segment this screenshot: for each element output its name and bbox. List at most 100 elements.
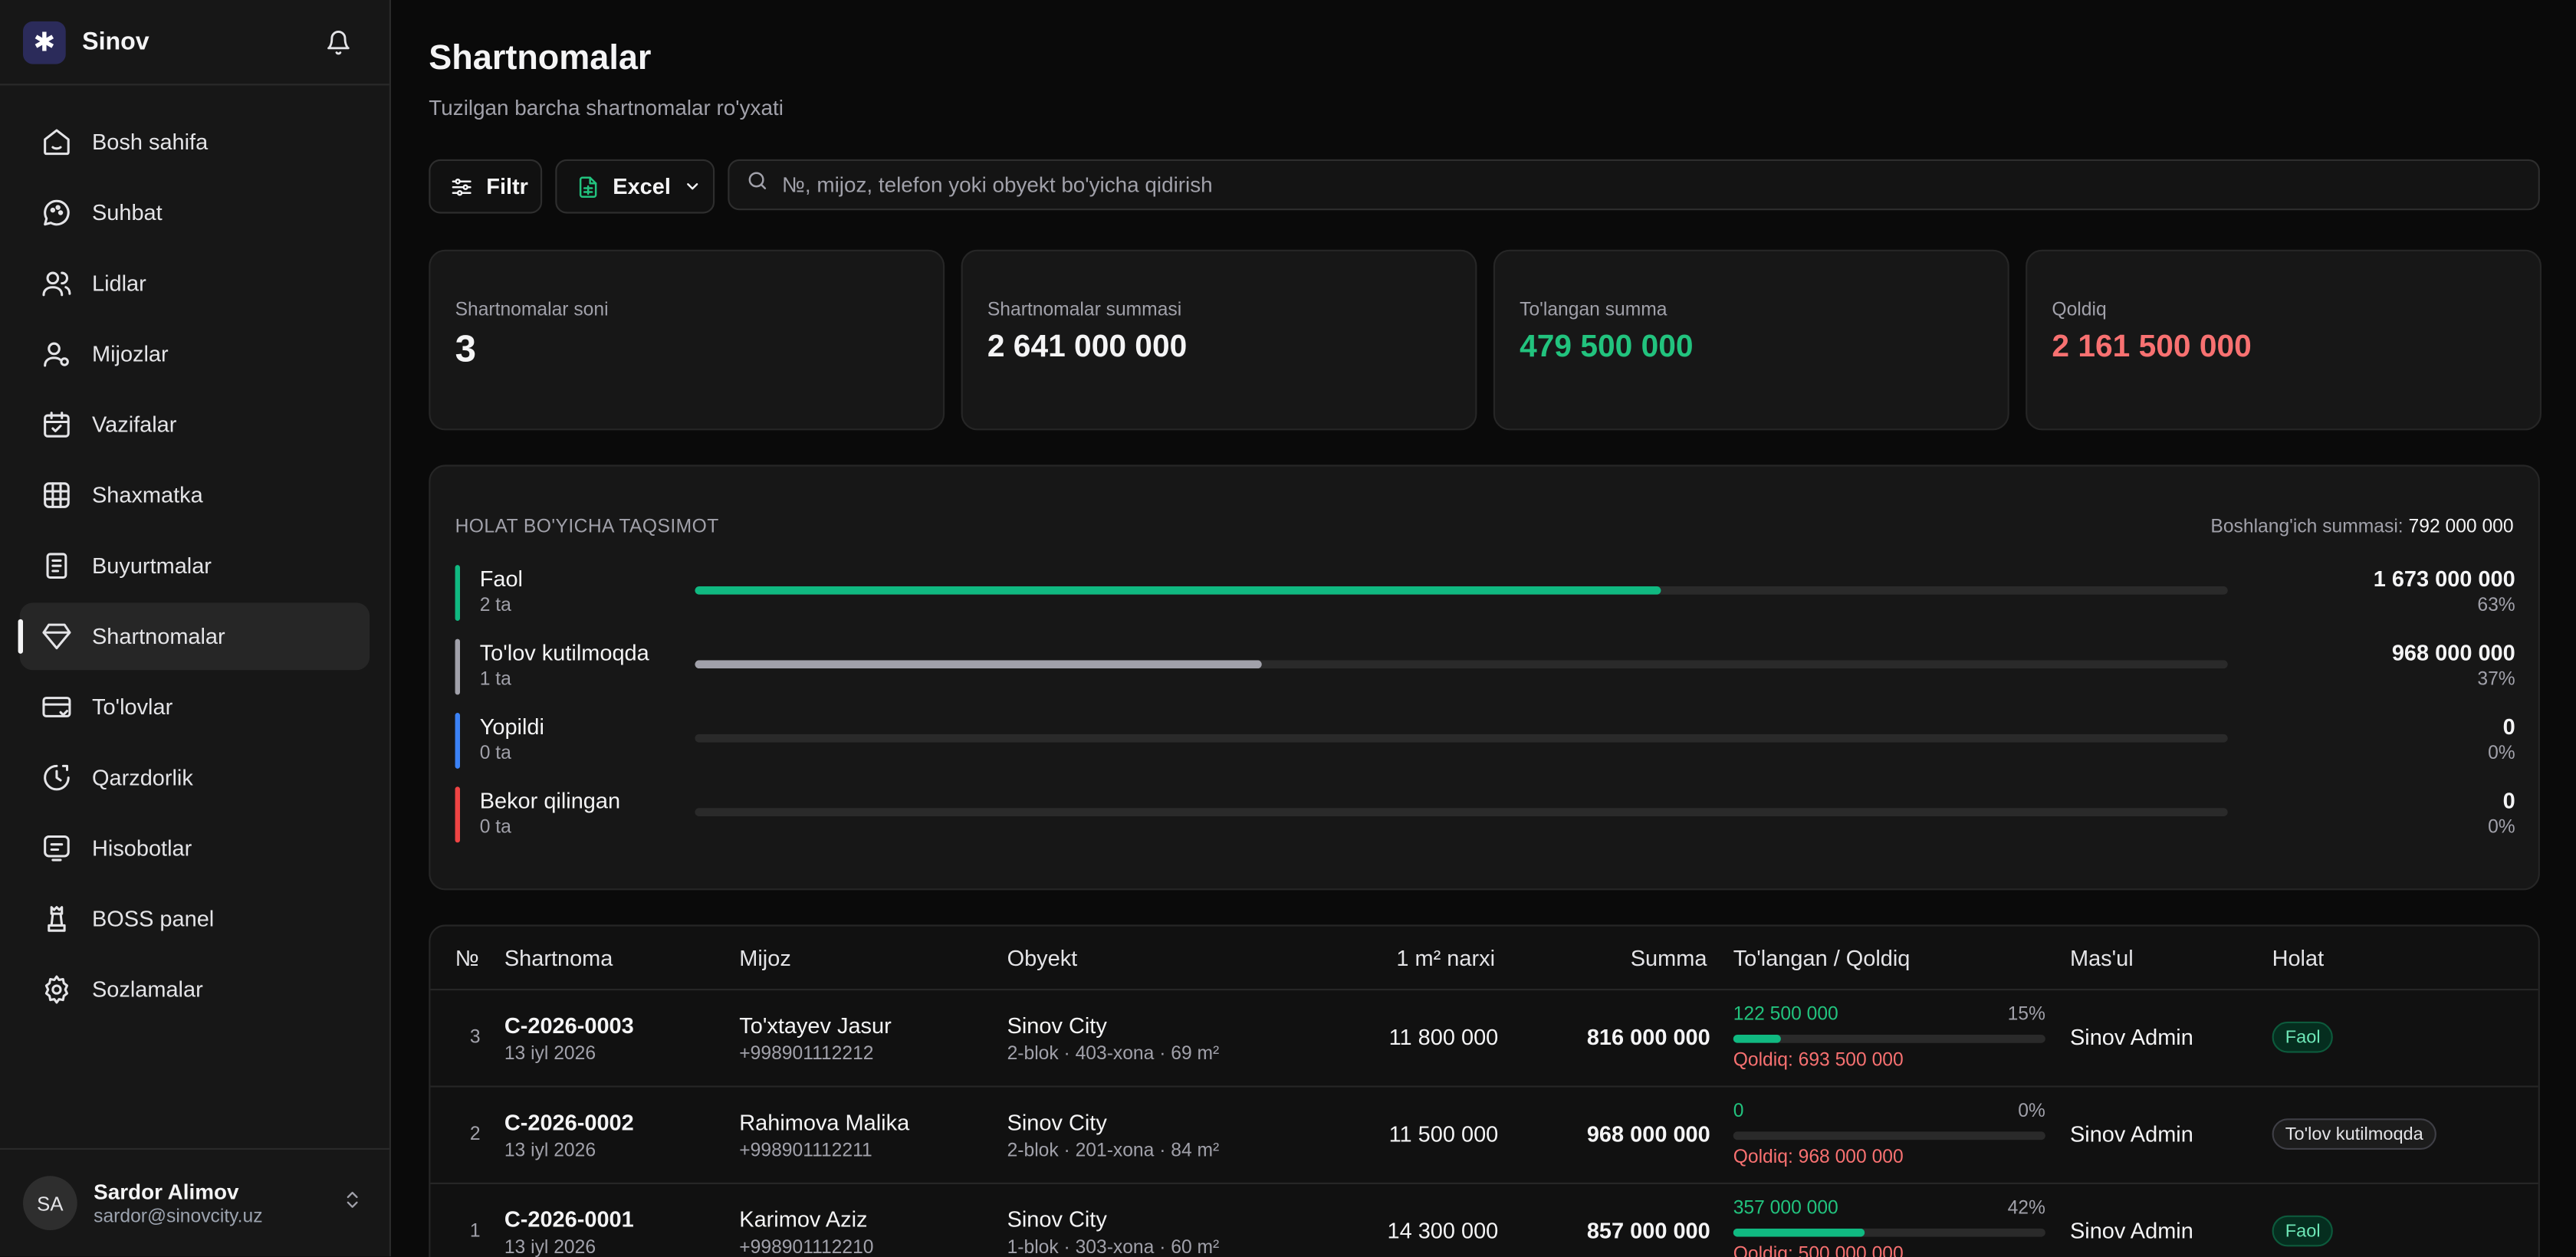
user-menu[interactable]: SA Sardor Alimov sardor@sinovcity.uz [0, 1147, 389, 1256]
sidebar-item-bosh-sahifa[interactable]: Bosh sahifa [20, 108, 370, 176]
sidebar-item-label: Vazifalar [92, 412, 177, 437]
sidebar-item-mijozlar[interactable]: Mijozlar [20, 320, 370, 388]
stat-label: Shartnomalar soni [455, 300, 609, 320]
filter-button[interactable]: Filtr [429, 159, 543, 214]
paid-progress-fill [1733, 1035, 1780, 1043]
status-name: To'lov kutilmoqda [479, 640, 649, 665]
sidebar-item-buyurtmalar[interactable]: Buyurtmalar [20, 532, 370, 599]
sidebar-item-label: Shaxmatka [92, 483, 203, 508]
stat-label: To'langan summa [1520, 300, 1668, 320]
sidebar-item-shartnomalar[interactable]: Shartnomalar [18, 602, 370, 671]
client-phone: +998901112212 [739, 1044, 874, 1065]
card-icon [39, 691, 72, 724]
status-progress-track [695, 734, 2228, 743]
distribution-heading: HOLAT BO'YICHA TAQSIMOT [455, 517, 719, 537]
search-box[interactable] [728, 159, 2540, 211]
sidebar-item-sozlamalar[interactable]: Sozlamalar [20, 956, 370, 1023]
status-color-mark [455, 565, 460, 621]
status-progress-track [695, 808, 2228, 816]
gear-icon [39, 973, 72, 1006]
object-detail: 2-blok · 403-xona · 69 m² [1007, 1044, 1220, 1065]
object-detail: 1-blok · 303-xona · 60 m² [1007, 1238, 1220, 1257]
status-progress-track [695, 586, 2228, 595]
status-color-mark [455, 786, 460, 843]
column-header-status[interactable]: Holat [2272, 946, 2325, 970]
filter-button-label: Filtr [486, 174, 528, 199]
initial-sum-label: Boshlang'ich summasi: [2210, 517, 2404, 537]
sidebar-item-qarzdorlik[interactable]: Qarzdorlik [20, 744, 370, 812]
stat-label: Shartnomalar summasi [987, 300, 1182, 320]
sidebar-item-label: BOSS panel [92, 906, 215, 931]
remaining-amount: Qoldiq: 968 000 000 [1733, 1147, 1904, 1168]
column-header-responsible[interactable]: Mas'ul [2070, 946, 2134, 970]
stat-card-remaining: Qoldiq 2 161 500 000 [2026, 249, 2542, 431]
column-header-price-per-m2[interactable]: 1 m² narxi [1396, 946, 1495, 970]
avatar: SA [23, 1176, 77, 1230]
status-count: 2 ta [479, 596, 511, 616]
table-row[interactable]: 1 C-2026-0001 13 iyl 2026 Karimov Aziz +… [430, 1184, 2538, 1257]
home-icon [39, 126, 72, 159]
client-phone: +998901112210 [739, 1238, 874, 1257]
notifications-bell-icon[interactable] [317, 21, 360, 64]
excel-export-button[interactable]: Excel [555, 159, 715, 214]
status-amount: 1 673 000 000 [2373, 566, 2515, 592]
sidebar-item-hisobotlar[interactable]: Hisobotlar [20, 815, 370, 882]
column-header-client[interactable]: Mijoz [739, 946, 791, 970]
sidebar-item-label: Hisobotlar [92, 835, 192, 861]
sidebar-item-label: Suhbat [92, 200, 163, 225]
column-header-paid-remaining[interactable]: To'langan / Qoldiq [1733, 946, 1911, 970]
page-subtitle: Tuzilgan barcha shartnomalar ro'yxati [429, 95, 784, 120]
table-row[interactable]: 2 C-2026-0002 13 iyl 2026 Rahimova Malik… [430, 1088, 2538, 1184]
object-name: Sinov City [1007, 1207, 1107, 1232]
client-name[interactable]: Karimov Aziz [739, 1207, 867, 1232]
column-header-contract[interactable]: Shartnoma [504, 946, 613, 970]
contract-sum: 816 000 000 [1586, 1025, 1710, 1050]
sidebar-item-lidlar[interactable]: Lidlar [20, 250, 370, 317]
status-percent: 63% [2477, 596, 2515, 616]
status-badge: Faol [2272, 1021, 2334, 1053]
table-row[interactable]: 3 C-2026-0003 13 iyl 2026 To'xtayev Jasu… [430, 990, 2538, 1088]
distribution-row-bekor-qilingan: Bekor qilingan 0 ta 0 0% [455, 786, 2515, 843]
stat-card-paid-sum: To'langan summa 479 500 000 [1493, 249, 2009, 431]
status-color-mark [455, 638, 460, 695]
initial-sum-value: 792 000 000 [2408, 517, 2514, 537]
calendar-check-icon [39, 409, 72, 441]
status-count: 0 ta [479, 743, 511, 764]
column-header-sum[interactable]: Summa [1631, 946, 1707, 970]
user-name: Sardor Alimov [94, 1179, 239, 1204]
price-per-m2: 11 800 000 [1388, 1025, 1499, 1050]
contract-sum: 857 000 000 [1586, 1219, 1710, 1244]
column-header-number[interactable]: № [455, 946, 479, 970]
stat-value: 3 [455, 327, 476, 370]
contract-code[interactable]: C-2026-0003 [504, 1013, 634, 1038]
app-logo-icon[interactable]: ✱ [23, 20, 66, 64]
responsible-person: Sinov Admin [2070, 1219, 2193, 1244]
initial-sum: Boshlang'ich summasi: 792 000 000 [2210, 517, 2513, 537]
stat-value: 2 161 500 000 [2052, 330, 2252, 365]
status-amount: 0 [2502, 714, 2515, 740]
contract-date: 13 iyl 2026 [504, 1238, 596, 1257]
chevrons-up-down-icon[interactable] [342, 1188, 363, 1218]
contract-code[interactable]: C-2026-0001 [504, 1207, 634, 1232]
distribution-row-tolov-kutilmoqda: To'lov kutilmoqda 1 ta 968 000 000 37% [455, 638, 2515, 695]
column-header-object[interactable]: Obyekt [1007, 946, 1078, 970]
status-progress-track [695, 660, 2228, 669]
client-name[interactable]: To'xtayev Jasur [739, 1013, 891, 1038]
sidebar-item-suhbat[interactable]: Suhbat [20, 179, 370, 247]
client-name[interactable]: Rahimova Malika [739, 1111, 909, 1135]
stat-card-contracts-count: Shartnomalar soni 3 [429, 249, 945, 431]
contract-sum: 968 000 000 [1586, 1121, 1710, 1147]
sidebar-item-label: Mijozlar [92, 341, 169, 366]
sidebar-item-label: Qarzdorlik [92, 765, 193, 790]
sidebar-item-shaxmatka[interactable]: Shaxmatka [20, 461, 370, 529]
sidebar-item-boss-panel[interactable]: BOSS panel [20, 885, 370, 953]
search-input[interactable] [781, 172, 2425, 198]
sidebar-item-tolovlar[interactable]: To'lovlar [20, 674, 370, 741]
object-name: Sinov City [1007, 1013, 1107, 1039]
contract-code[interactable]: C-2026-0002 [504, 1111, 634, 1135]
report-icon [39, 832, 72, 865]
stat-card-contracts-sum: Shartnomalar summasi 2 641 000 000 [961, 249, 1477, 431]
status-percent: 0% [2488, 743, 2515, 764]
app-name: Sinov [82, 28, 150, 56]
sidebar-item-vazifalar[interactable]: Vazifalar [20, 391, 370, 458]
